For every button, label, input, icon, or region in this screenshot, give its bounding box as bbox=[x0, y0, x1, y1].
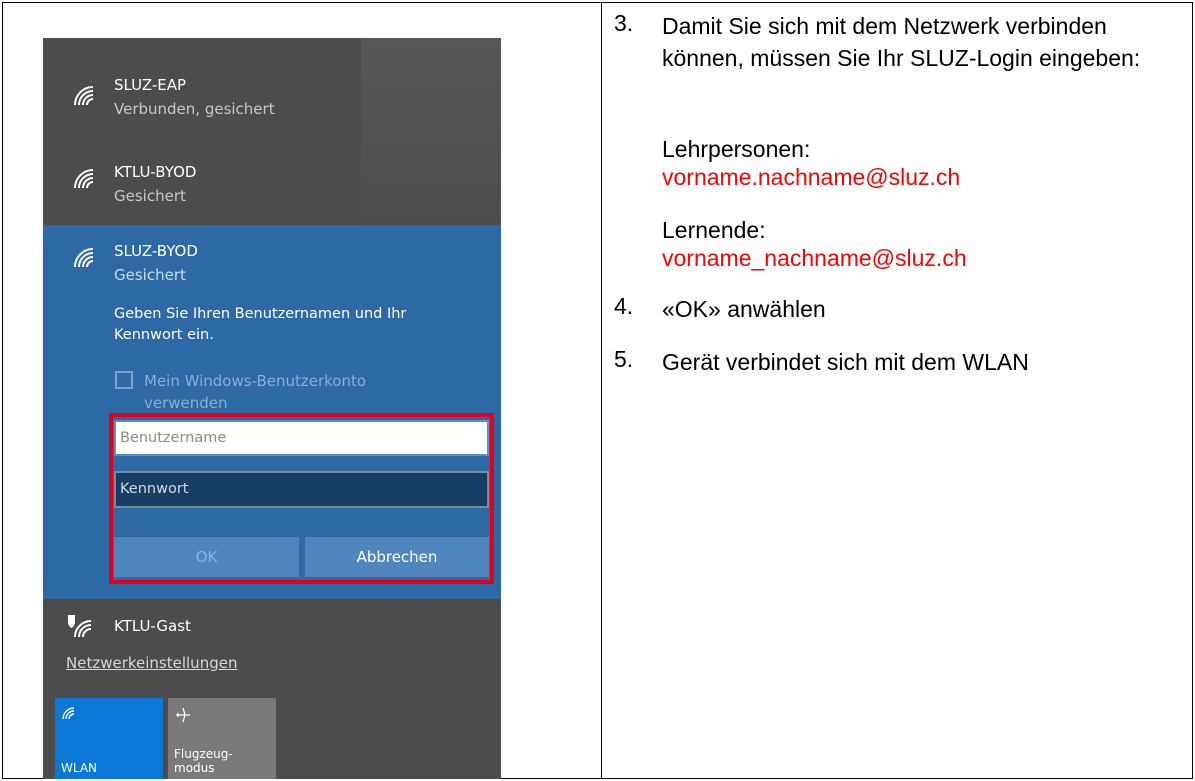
step-number: 4. bbox=[614, 293, 634, 319]
password-input[interactable]: Kennwort bbox=[114, 471, 489, 508]
wifi-icon bbox=[74, 169, 94, 189]
credentials-prompt: Geben Sie Ihren Benutzernamen und Ihr Ke… bbox=[114, 306, 407, 343]
network-item-ktlu-byod[interactable]: KTLU-BYOD Gesichert bbox=[43, 138, 501, 225]
tile-label: Flugzeug- modus bbox=[174, 747, 233, 775]
use-windows-account-checkbox[interactable] bbox=[115, 371, 133, 389]
tile-label: WLAN bbox=[61, 761, 98, 775]
network-name: SLUZ-EAP bbox=[114, 76, 187, 94]
network-status: Verbunden, gesichert bbox=[114, 100, 275, 118]
network-name: SLUZ-BYOD bbox=[114, 242, 198, 260]
network-settings-link[interactable]: Netzwerkeinstellungen bbox=[66, 654, 237, 672]
step-number: 3. bbox=[614, 10, 634, 36]
network-flyout-screenshot: SLUZ-EAP Verbunden, gesichert KTLU-BYOD … bbox=[43, 38, 501, 779]
cancel-button[interactable]: Abbrechen bbox=[305, 537, 489, 577]
airplane-icon bbox=[176, 707, 190, 723]
network-item-sluz-eap[interactable]: SLUZ-EAP Verbunden, gesichert bbox=[43, 38, 501, 131]
teachers-label: Lehrpersonen: bbox=[662, 136, 811, 162]
username-input[interactable]: Benutzername bbox=[114, 420, 489, 456]
network-name: KTLU-Gast bbox=[114, 617, 191, 635]
network-item-ktlu-gast[interactable]: KTLU-Gast bbox=[43, 606, 501, 646]
learners-label: Lernende: bbox=[662, 217, 766, 243]
wifi-icon bbox=[62, 707, 75, 720]
checkbox-label: Mein Windows-Benutzerkonto verwenden bbox=[144, 372, 367, 412]
shield-wifi-icon bbox=[68, 615, 92, 638]
step-text: Gerät verbindet sich mit dem WLAN bbox=[662, 349, 1029, 375]
learners-login: vorname_nachname@sluz.ch bbox=[662, 245, 967, 271]
step-text: Damit Sie sich mit dem Netzwerk verbinde… bbox=[662, 13, 1141, 71]
wlan-tile[interactable]: WLAN bbox=[55, 698, 163, 779]
network-status: Gesichert bbox=[114, 266, 186, 284]
network-status: Gesichert bbox=[114, 187, 186, 205]
column-divider bbox=[601, 2, 602, 779]
wifi-icon bbox=[74, 86, 94, 106]
step-number: 5. bbox=[614, 346, 634, 372]
step-text: «OK» anwählen bbox=[662, 296, 826, 322]
ok-button[interactable]: OK bbox=[114, 537, 299, 577]
network-name: KTLU-BYOD bbox=[114, 163, 197, 181]
wifi-icon bbox=[74, 248, 94, 268]
teachers-login: vorname.nachname@sluz.ch bbox=[662, 164, 961, 190]
airplane-mode-tile[interactable]: Flugzeug- modus bbox=[168, 698, 276, 779]
